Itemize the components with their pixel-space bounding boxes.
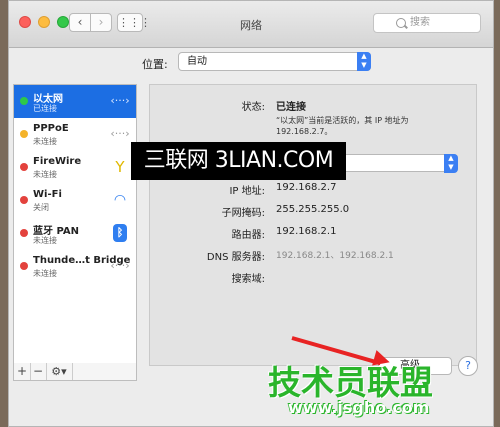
ethernet-icon: ‹···› — [110, 94, 130, 107]
ip-address-value: 192.168.2.7 — [276, 182, 337, 193]
service-status: 关闭 — [33, 203, 49, 212]
search-placeholder: 搜索 — [410, 17, 430, 28]
status-value: 已连接 — [276, 102, 306, 113]
ethernet-icon: ‹···› — [110, 127, 130, 140]
help-button[interactable]: ? — [458, 356, 478, 376]
service-name: Wi-Fi — [33, 189, 62, 200]
status-description: “以太网”当前是活跃的，其 IP 地址为 192.168.2.7。 — [276, 116, 409, 136]
service-item-ethernet[interactable]: 以太网 已连接 ‹···› — [14, 85, 136, 118]
service-name: PPPoE — [33, 123, 69, 134]
watermark-3lian: 三联网 3LIAN.COM — [131, 142, 346, 180]
status-dot — [20, 196, 28, 204]
remove-service-button[interactable]: − — [30, 363, 47, 380]
status-dot — [20, 163, 28, 171]
service-item-wifi[interactable]: Wi-Fi 关闭 ◠ — [14, 184, 136, 217]
service-list-toolbar: + − ⚙︎▾ — [13, 363, 137, 381]
dns-server-value: 192.168.2.1、192.168.2.1 — [276, 251, 394, 261]
service-status: 未连接 — [33, 236, 57, 245]
status-label: 状态: — [241, 102, 265, 113]
location-select[interactable]: 自动 ▲ ▼ — [178, 52, 371, 71]
router-label: 路由器: — [231, 230, 265, 241]
location-label: 位置: — [142, 58, 168, 71]
brand-logo: 技术员联盟 — [268, 363, 433, 402]
location-value: 自动 — [187, 56, 207, 67]
wifi-icon: ◠ — [113, 192, 127, 208]
service-name: FireWire — [33, 156, 82, 167]
add-service-button[interactable]: + — [14, 363, 31, 380]
ip-address-label: IP 地址: — [229, 186, 265, 197]
service-status: 已连接 — [33, 104, 57, 113]
search-domains-label: 搜索域: — [231, 274, 265, 285]
select-arrows-icon: ▲ ▼ — [357, 52, 371, 71]
service-status: 未连接 — [33, 269, 57, 278]
firewire-icon: Y — [115, 158, 125, 176]
gear-menu-button[interactable]: ⚙︎▾ — [46, 363, 73, 380]
ethernet-icon: ‹···› — [110, 259, 130, 272]
service-status: 未连接 — [33, 170, 57, 179]
service-item-bluetooth-pan[interactable]: 蓝牙 PAN 未连接 ᛒ — [14, 217, 136, 250]
router-value: 192.168.2.1 — [276, 226, 337, 237]
search-field[interactable]: 搜索 — [373, 13, 481, 33]
search-icon — [396, 18, 406, 28]
service-status: 未连接 — [33, 137, 57, 146]
service-list: 以太网 已连接 ‹···› PPPoE 未连接 ‹···› FireWire 未… — [13, 84, 137, 364]
brand-url: www.jsgho.com — [288, 398, 430, 417]
bluetooth-icon: ᛒ — [113, 224, 127, 242]
status-dot — [20, 229, 28, 237]
service-item-pppoe[interactable]: PPPoE 未连接 ‹···› — [14, 118, 136, 151]
dns-server-label: DNS 服务器: — [206, 252, 265, 263]
subnet-mask-value: 255.255.255.0 — [276, 204, 350, 215]
status-dot — [20, 97, 28, 105]
service-item-firewire[interactable]: FireWire 未连接 Y — [14, 151, 136, 184]
status-dot — [20, 130, 28, 138]
status-dot — [20, 262, 28, 270]
title-bar: ‹ › ⋮⋮⋮ 网络 搜索 — [9, 1, 493, 48]
select-arrows-icon: ▲ ▼ — [444, 154, 458, 173]
service-item-thunderbolt-bridge[interactable]: Thunde…t Bridge 未连接 ‹···› — [14, 250, 136, 283]
subnet-mask-label: 子网掩码: — [221, 208, 265, 219]
